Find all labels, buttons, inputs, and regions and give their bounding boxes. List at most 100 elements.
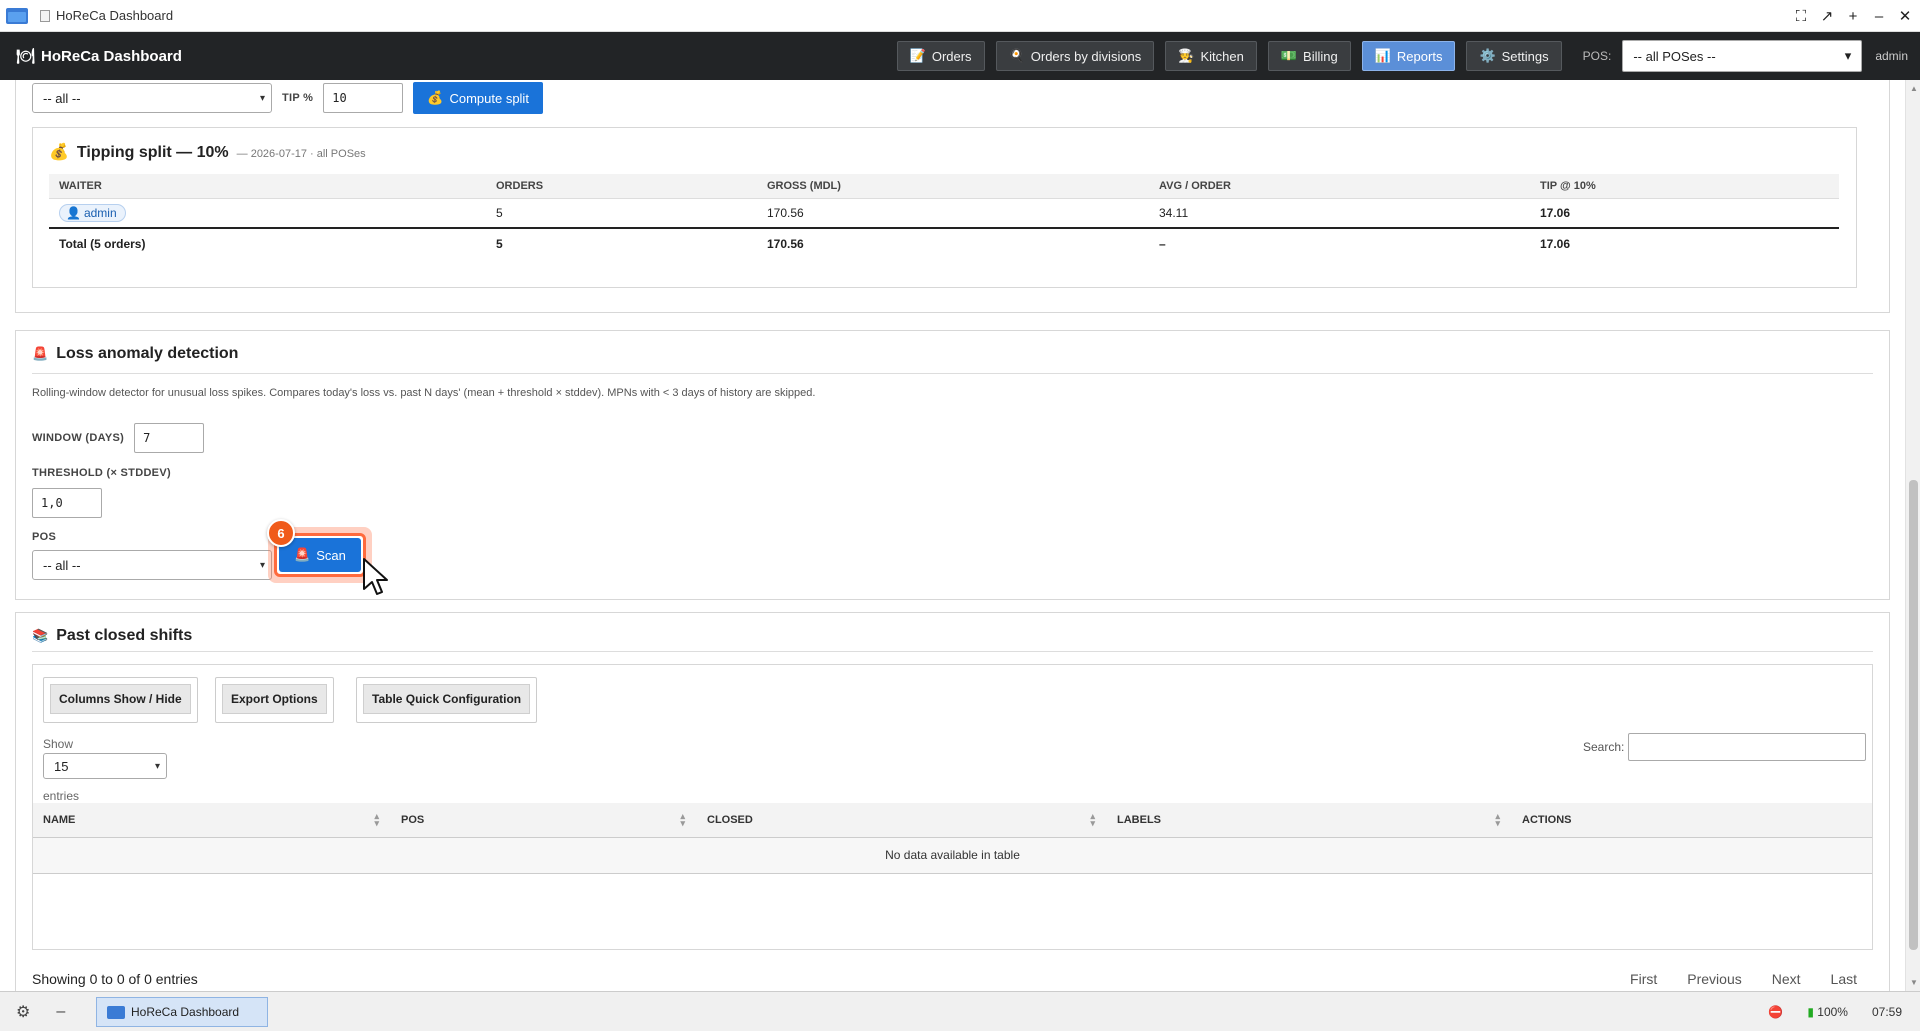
tip-pos-select[interactable]: -- all -- ▾ [32,83,272,113]
tip-percent-input[interactable]: 10 [323,83,404,113]
compute-split-button[interactable]: 💰 Compute split [413,82,543,114]
pos-label: POS: [1582,49,1612,63]
siren-icon: 🚨 [32,346,49,361]
document-icon [40,9,50,22]
memo-icon: 📝 [909,48,926,63]
nav-reports-button[interactable]: 📊 Reports [1361,41,1456,71]
cooking-icon: 🍳 [1008,48,1025,63]
loss-pos-select[interactable]: -- all -- ▾ [32,550,272,580]
col-name[interactable]: NAME ▴ ▾ [33,803,391,838]
siren-icon: 🚨 [294,547,311,562]
chef-icon: 🧑‍🍳 [1178,48,1195,63]
col-orders: ORDERS [486,174,757,199]
divider [32,373,1873,374]
show-desktop-icon[interactable]: – [56,1003,65,1021]
nav-settings-button[interactable]: ⚙️ Settings [1466,41,1562,71]
brand[interactable]: 🍽 HoReCa Dashboard [16,47,182,66]
bar-chart-icon: 📊 [1374,48,1391,63]
fullscreen-icon[interactable]: ⛶ [1794,8,1808,25]
scrollbar-thumb[interactable] [1909,480,1918,950]
columns-show-hide-button[interactable]: Columns Show / Hide [50,684,191,714]
page-previous-button[interactable]: Previous [1687,971,1741,987]
col-waiter: WAITER [49,174,486,199]
table-row: 👤 admin 5 170.56 34.11 17.06 [49,198,1839,228]
show-label: Show [43,737,74,751]
col-closed[interactable]: CLOSED ▴ ▾ [697,803,1107,838]
nav-kitchen-button[interactable]: 🧑‍🍳 Kitchen [1165,41,1257,71]
window-days-label: WINDOW (DAYS) [32,432,125,444]
folder-icon [107,1005,125,1019]
divider [32,651,1873,652]
taskbar-task[interactable]: HoReCa Dashboard [96,997,268,1027]
nav-billing-button[interactable]: 💵 Billing [1267,41,1351,71]
search-label: Search: [1583,740,1625,754]
table-quick-config-button[interactable]: Table Quick Configuration [363,684,531,714]
scroll-down-icon[interactable]: ▼ [1910,978,1918,987]
nav-orders-button[interactable]: 📝 Orders [896,41,985,71]
pos-select[interactable]: -- all POSes -- ▾ [1622,40,1863,72]
network-icon[interactable]: ⛔ [1768,1005,1783,1019]
total-row: Total (5 orders) 5 170.56 – 17.06 [49,227,1839,258]
window-days-input[interactable]: 7 [134,423,205,453]
clock[interactable]: 07:59 [1872,1005,1902,1019]
scan-button[interactable]: 🚨 Scan [279,538,361,572]
chevron-down-icon: ▾ [1844,48,1852,63]
search-input[interactable] [1628,733,1867,761]
threshold-label: THRESHOLD (× STDDEV) [32,467,171,479]
tipping-table: WAITER ORDERS GROSS (MDL) AVG / ORDER TI… [49,174,1839,258]
loss-pos-label: POS [32,531,57,543]
chevron-down-icon: ▾ [259,92,265,104]
brand-title: HoReCa Dashboard [41,47,182,65]
folder-app-icon [6,7,28,24]
window-title: HoReCa Dashboard [56,8,174,23]
mouse-cursor-icon [363,558,388,595]
plate-icon: 🍽 [16,48,36,65]
tip-controls: -- all -- ▾ TIP % 10 💰 Compute split [32,82,543,114]
col-avg: AVG / ORDER [1149,174,1530,199]
battery-icon: ▮ [1807,1005,1814,1019]
maximize-icon[interactable]: + [1846,8,1860,25]
user-icon: 👤 [66,205,81,220]
chevron-down-icon: ▾ [154,760,160,772]
col-labels[interactable]: LABELS ▴ ▾ [1107,803,1512,838]
nav-orders-by-divisions-button[interactable]: 🍳 Orders by divisions [995,41,1155,71]
page-next-button[interactable]: Next [1772,971,1801,987]
empty-message: No data available in table [33,837,1872,874]
sort-icon: ▴ ▾ [374,811,379,828]
page-first-button[interactable]: First [1630,971,1657,987]
window-titlebar: HoReCa Dashboard ⛶ ↗ + – ✕ [0,0,1920,32]
close-icon[interactable]: ✕ [1898,7,1912,25]
settings-gear-icon[interactable]: ⚙ [16,1002,30,1022]
export-options-button[interactable]: Export Options [222,684,327,714]
chevron-down-icon: ▾ [259,559,265,571]
sort-icon: ▴ ▾ [1090,811,1095,828]
user-name[interactable]: admin [1875,49,1908,63]
main-content: -- all -- ▾ TIP % 10 💰 Compute split 💰 T… [0,80,1905,991]
table-info: Showing 0 to 0 of 0 entries [32,971,198,987]
loss-title: Loss anomaly detection [56,345,239,362]
past-shifts-card: 📚 Past closed shifts Columns Show / Hide… [15,612,1890,991]
vertical-scrollbar[interactable]: ▲ ▼ [1905,80,1920,991]
col-pos[interactable]: POS ▴ ▾ [391,803,697,838]
minimize-icon[interactable]: – [1872,8,1886,25]
waiter-badge[interactable]: 👤 admin [59,203,126,222]
step-badge: 6 [267,519,295,547]
sort-icon: ▴ ▾ [1495,811,1500,828]
page-last-button[interactable]: Last [1831,971,1857,987]
loss-anomaly-card: 🚨 Loss anomaly detection Rolling-window … [15,330,1890,600]
tipping-title: Tipping split — 10% [76,144,229,161]
page-size-select[interactable]: 15 ▾ [43,753,167,779]
money-bag-icon: 💰 [427,90,444,105]
sort-icon: ▴ ▾ [680,811,685,828]
shifts-title: Past closed shifts [56,627,193,644]
col-gross: GROSS (MDL) [757,174,1149,199]
tip-percent-label: TIP % [282,92,314,104]
taskbar: ⚙ – HoReCa Dashboard ⛔ ▮ 100% 07:59 [0,991,1920,1031]
threshold-input[interactable]: 1,0 [32,488,102,518]
restore-icon[interactable]: ↗ [1820,7,1834,25]
scroll-up-icon[interactable]: ▲ [1910,84,1918,93]
pagination: First Previous Next Last [1630,971,1857,987]
battery-status[interactable]: ▮ 100% [1807,1005,1848,1019]
tipping-result-box: 💰 Tipping split — 10% — 2026-07-17 · all… [32,127,1857,288]
books-icon: 📚 [32,628,49,643]
